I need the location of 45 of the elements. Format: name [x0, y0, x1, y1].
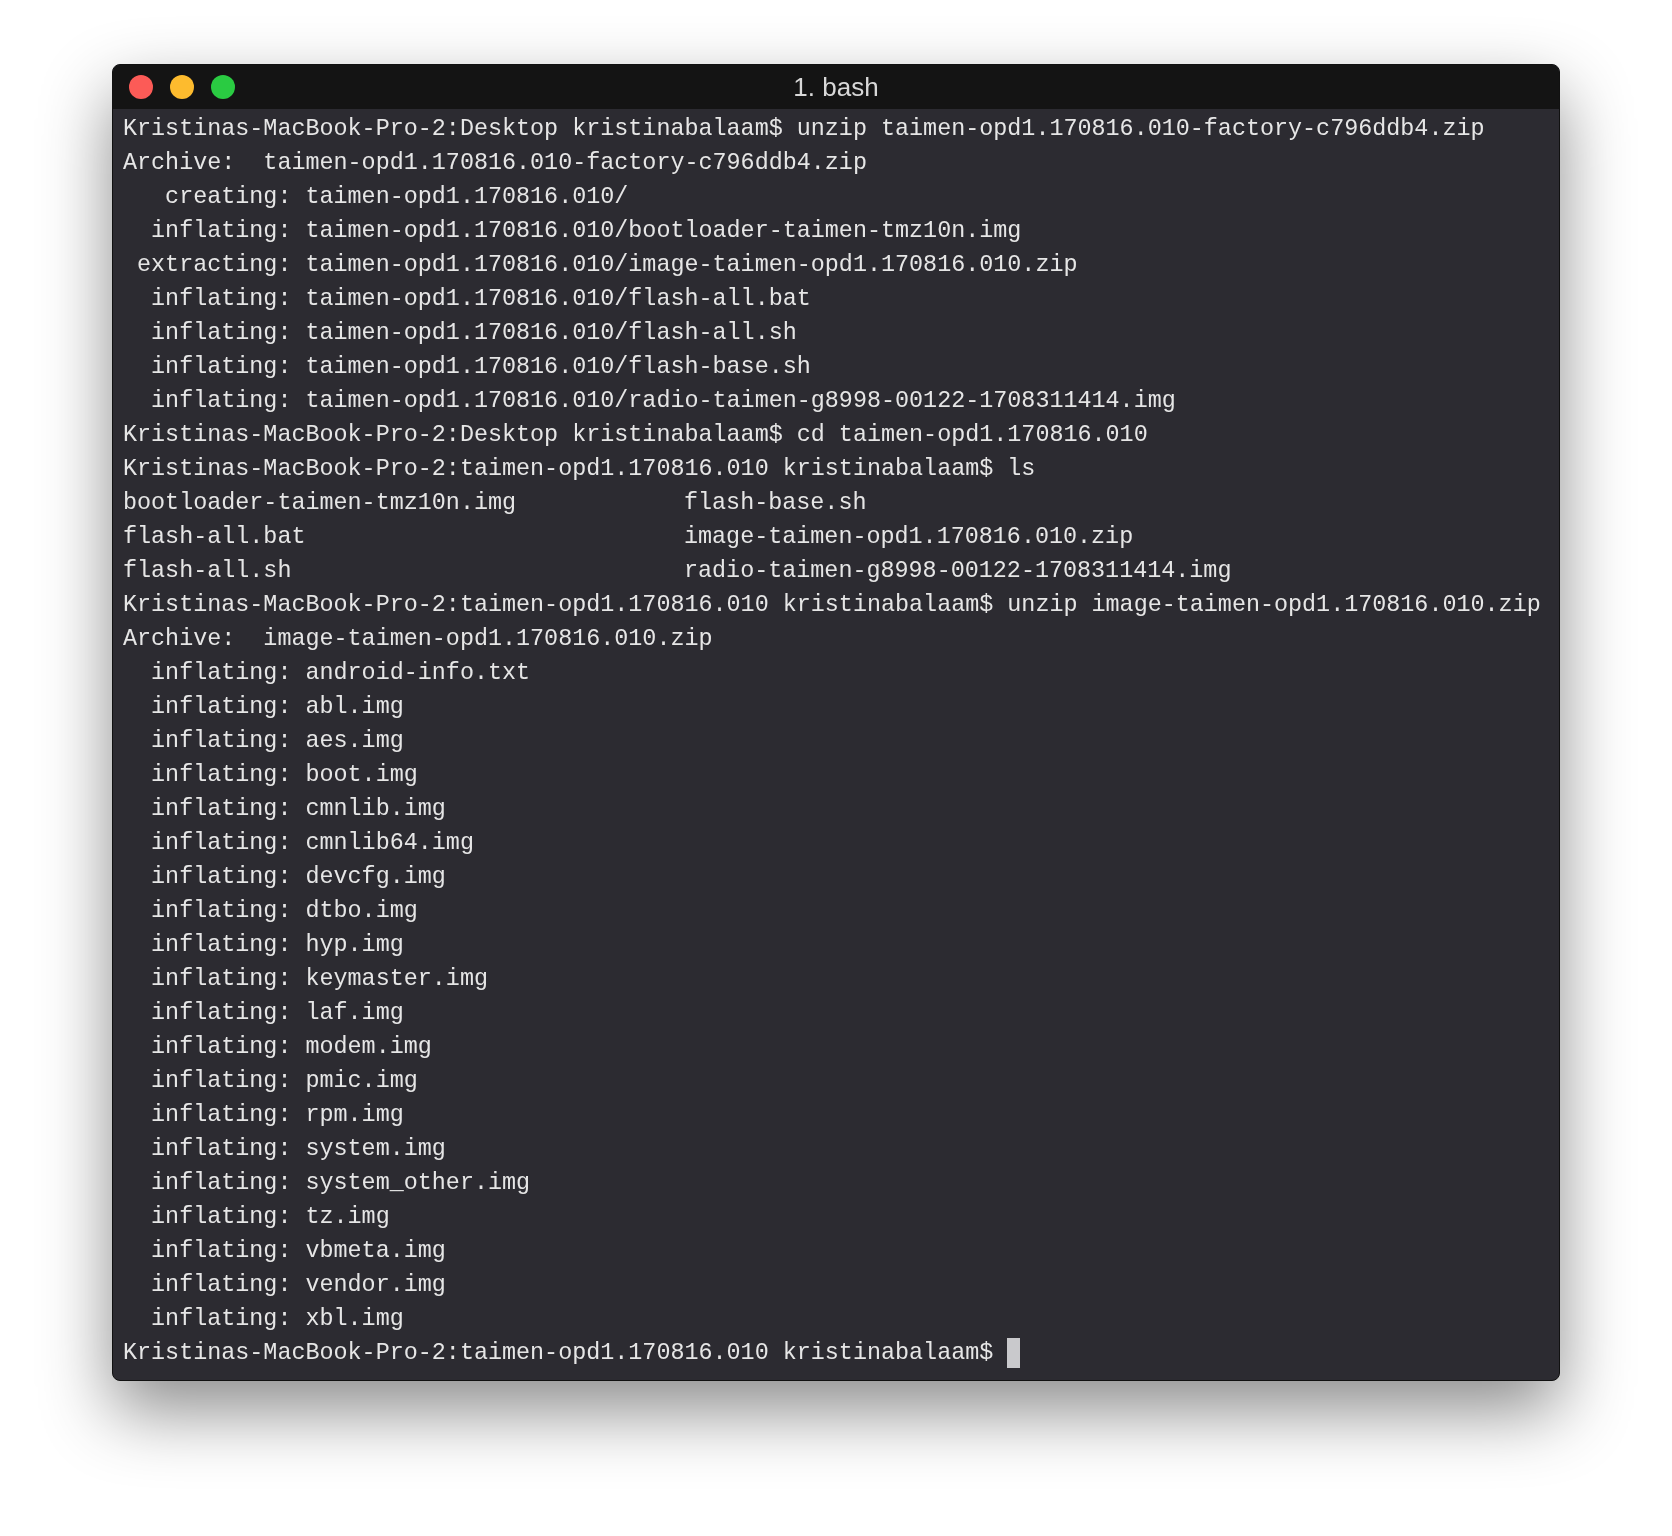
- terminal-line: inflating: vendor.img: [150, 1271, 446, 1300]
- terminal-line: inflating: taimen-opd1.170816.010/flash-all.bat: [150, 285, 811, 314]
- terminal-line: Archive: taimen-opd1.170816.010-factory-c796ddb4.zip: [123, 149, 867, 178]
- terminal-line: inflating: boot.img: [150, 761, 418, 790]
- terminal-line: inflating: taimen-opd1.170816.010/flash-base.sh: [150, 353, 811, 382]
- file-name: image-taimen-opd1.170816.010.zip: [684, 523, 1134, 552]
- terminal-line: inflating: xbl.img: [150, 1305, 404, 1334]
- terminal-line: inflating: laf.img: [150, 999, 404, 1028]
- terminal-line: inflating: cmnlib.img: [150, 795, 446, 824]
- file-name: flash-all.sh: [123, 557, 292, 586]
- terminal-line: inflating: android-info.txt: [150, 659, 531, 688]
- minimize-button[interactable]: [170, 75, 194, 99]
- file-name: radio-taimen-g8998-00122-1708311414.img: [684, 557, 1232, 586]
- terminal-line: inflating: hyp.img: [150, 931, 404, 960]
- terminal-line: Kristinas-MacBook-Pro-2:taimen-opd1.170816.010 kristinabalaam$ unzip image-taimen-opd1.170816.010.zip: [123, 591, 1541, 620]
- cursor-block: [1007, 1338, 1021, 1368]
- terminal-line: inflating: system.img: [150, 1135, 446, 1164]
- window-title: 1. bash: [793, 70, 879, 104]
- terminal-line: inflating: taimen-opd1.170816.010/bootloader-taimen-tmz10n.img: [150, 217, 1022, 246]
- terminal-line: Kristinas-MacBook-Pro-2:taimen-opd1.170816.010 kristinabalaam$: [123, 1339, 994, 1368]
- close-button[interactable]: [129, 75, 153, 99]
- terminal-line: inflating: tz.img: [150, 1203, 390, 1232]
- terminal-line: inflating: abl.img: [150, 693, 404, 722]
- terminal-line: inflating: vbmeta.img: [150, 1237, 446, 1266]
- terminal-line: inflating: taimen-opd1.170816.010/radio-taimen-g8998-00122-1708311414.img: [150, 387, 1176, 416]
- terminal-line: inflating: aes.img: [150, 727, 404, 756]
- terminal-line: inflating: taimen-opd1.170816.010/flash-all.sh: [150, 319, 797, 348]
- terminal-line: Kristinas-MacBook-Pro-2:Desktop kristinabalaam$ unzip taimen-opd1.170816.010-factory-c796ddb4.zip: [123, 115, 1485, 144]
- terminal-line: inflating: rpm.img: [150, 1101, 404, 1130]
- terminal-line: extracting: taimen-opd1.170816.010/image-taimen-opd1.170816.010.zip: [136, 251, 1078, 280]
- file-name: bootloader-taimen-tmz10n.img: [123, 489, 517, 518]
- terminal-line: inflating: system_other.img: [150, 1169, 531, 1198]
- maximize-button[interactable]: [211, 75, 235, 99]
- terminal-line: Archive: image-taimen-opd1.170816.010.zip: [123, 625, 713, 654]
- file-name: flash-base.sh: [684, 489, 867, 518]
- terminal-line: inflating: pmic.img: [150, 1067, 418, 1096]
- terminal-line: inflating: devcfg.img: [150, 863, 446, 892]
- terminal-line: inflating: cmnlib64.img: [150, 829, 474, 858]
- terminal-line: Kristinas-MacBook-Pro-2:taimen-opd1.170816.010 kristinabalaam$ ls: [123, 455, 1036, 484]
- terminal-line: creating: taimen-opd1.170816.010/: [164, 183, 629, 212]
- terminal-line: inflating: dtbo.img: [150, 897, 418, 926]
- terminal-line: Kristinas-MacBook-Pro-2:Desktop kristinabalaam$ cd taimen-opd1.170816.010: [123, 421, 1148, 450]
- terminal-line: inflating: modem.img: [150, 1033, 432, 1062]
- terminal-line: inflating: keymaster.img: [150, 965, 488, 994]
- file-name: flash-all.bat: [123, 523, 306, 552]
